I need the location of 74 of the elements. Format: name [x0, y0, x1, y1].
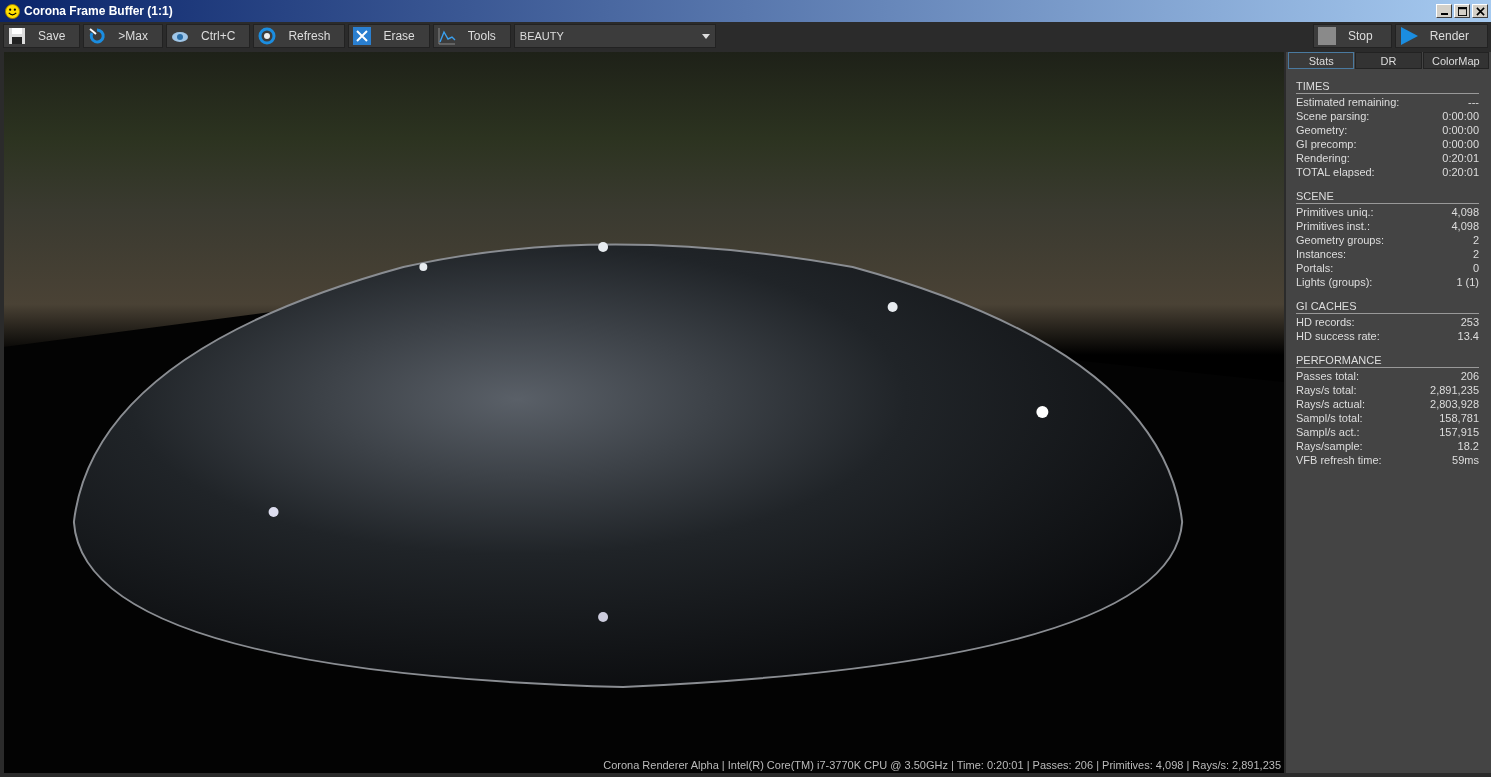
- toolbar-button[interactable]: Tools: [432, 24, 511, 48]
- toolbar-button[interactable]: Render: [1394, 24, 1488, 48]
- stat-value: 13.4: [1457, 329, 1479, 343]
- stat-label: Primitives uniq.:: [1296, 205, 1374, 219]
- maximize-button[interactable]: [1454, 4, 1470, 18]
- stat-value: 0:00:00: [1442, 137, 1479, 151]
- close-button[interactable]: [1472, 4, 1488, 18]
- stat-label: Geometry:: [1296, 123, 1348, 137]
- stat-value: 0:00:00: [1442, 123, 1479, 137]
- stat-label: Instances:: [1296, 247, 1347, 261]
- section-heading: GI CACHES: [1296, 299, 1479, 314]
- caret-icon: [701, 33, 710, 39]
- stat-value: 2: [1472, 247, 1479, 261]
- stat-label: Lights (groups):: [1296, 275, 1373, 289]
- stat-value: 0:20:01: [1442, 151, 1479, 165]
- close-icon: [1475, 6, 1485, 16]
- stat-value: 2: [1472, 233, 1479, 247]
- stat-label: Passes total:: [1296, 369, 1359, 383]
- stat-label: Sampl/s act.:: [1296, 425, 1360, 439]
- stat-label: GI precomp:: [1296, 137, 1357, 151]
- stat-value: 206: [1460, 369, 1479, 383]
- panel-tab[interactable]: ColorMap: [1422, 52, 1489, 69]
- stat-value: 157,915: [1439, 425, 1479, 439]
- play-icon: [1399, 27, 1418, 45]
- stat-value: 0: [1472, 261, 1479, 275]
- refresh-icon: [258, 27, 277, 45]
- toolbar-button[interactable]: Refresh: [253, 24, 346, 48]
- stat-label: HD records:: [1296, 315, 1355, 329]
- stat-value: 4,098: [1451, 219, 1479, 233]
- minimize-icon: [1440, 13, 1448, 15]
- stat-label: Estimated remaining:: [1296, 95, 1400, 109]
- stat-label: Rays/sample:: [1296, 439, 1363, 453]
- stat-label: Portals:: [1296, 261, 1334, 275]
- render-info-text: Corona Renderer Alpha | Intel(R) Core(TM) i7-3770K CPU @ 3.50GHz | Time: 0:20:01 | Passes: 206 | Primitives: 4,098 | Rays/s: 2,891,235: [603, 759, 1281, 771]
- stat-value: 18.2: [1457, 439, 1479, 453]
- section-heading: PERFORMANCE: [1296, 353, 1479, 368]
- graph-icon: [437, 27, 456, 45]
- stop-icon: [1317, 27, 1336, 45]
- stat-value: 0:20:01: [1442, 165, 1479, 179]
- stat-value: 59ms: [1452, 453, 1479, 467]
- stat-value: 2,891,235: [1430, 383, 1479, 397]
- toolbar-button[interactable]: Erase: [348, 24, 430, 48]
- stat-label: Geometry groups:: [1296, 233, 1385, 247]
- window-title: Corona Frame Buffer (1:1): [24, 4, 173, 18]
- erase-icon: [353, 27, 372, 45]
- stat-label: HD success rate:: [1296, 329, 1380, 343]
- stat-value: 4,098: [1451, 205, 1479, 219]
- stat-label: Rendering:: [1296, 151, 1350, 165]
- maximize-icon: [1457, 6, 1467, 16]
- stat-value: 0:00:00: [1442, 109, 1479, 123]
- toolbar-button[interactable]: Ctrl+C: [166, 24, 251, 48]
- stat-label: Rays/s actual:: [1296, 397, 1366, 411]
- stat-value: 1 (1): [1456, 275, 1479, 289]
- stat-value: ---: [1468, 95, 1479, 109]
- section-heading: TIMES: [1296, 79, 1479, 94]
- panel-tab[interactable]: DR: [1355, 52, 1422, 69]
- toolbar-button[interactable]: Save: [3, 24, 81, 48]
- circular-arrow-icon: [88, 27, 107, 45]
- stat-label: Scene parsing:: [1296, 109, 1370, 123]
- smiley-icon: [5, 3, 20, 19]
- stat-label: TOTAL elapsed:: [1296, 165, 1375, 179]
- stat-value: 2,803,928: [1430, 397, 1479, 411]
- minimize-button[interactable]: [1436, 4, 1452, 18]
- stat-value: 253: [1460, 315, 1479, 329]
- toolbar-button[interactable]: Stop: [1312, 24, 1392, 48]
- panel-tab[interactable]: Stats: [1288, 52, 1355, 69]
- stat-value: 158,781: [1439, 411, 1479, 425]
- toolbar-button[interactable]: >Max: [83, 24, 164, 48]
- stat-label: Sampl/s total:: [1296, 411, 1363, 425]
- channel-dropdown[interactable]: BEAUTY: [513, 24, 716, 48]
- stat-label: Rays/s total:: [1296, 383, 1357, 397]
- section-heading: SCENE: [1296, 189, 1479, 204]
- stat-label: VFB refresh time:: [1296, 453, 1382, 467]
- stat-label: Primitives inst.:: [1296, 219, 1370, 233]
